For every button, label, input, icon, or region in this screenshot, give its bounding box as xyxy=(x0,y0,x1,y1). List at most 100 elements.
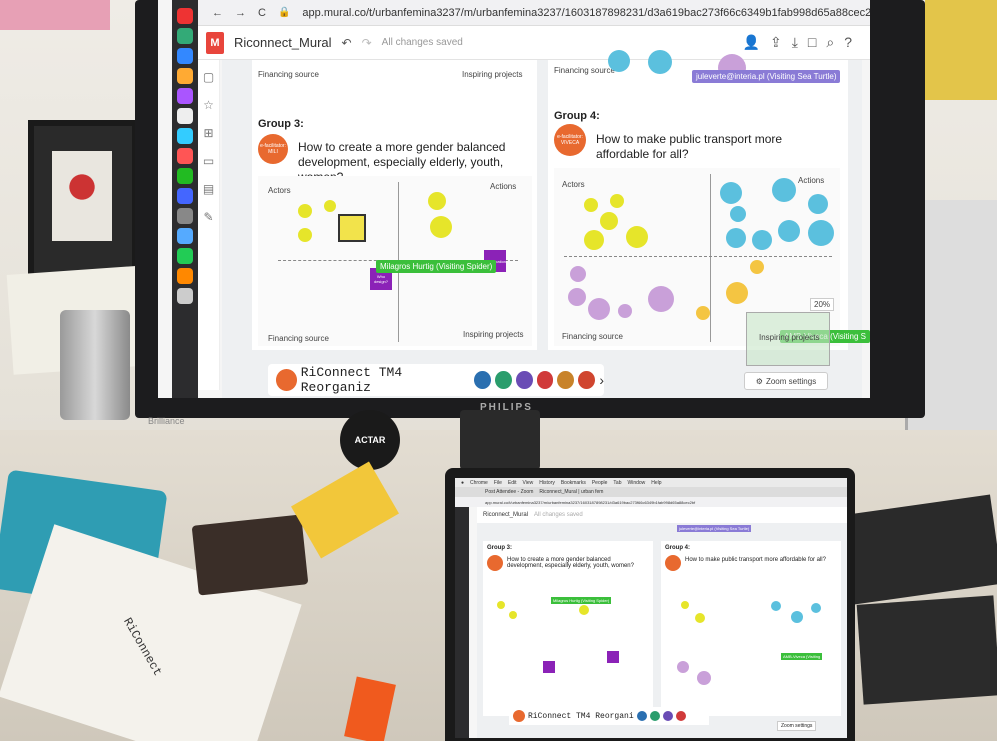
cyan-dot[interactable] xyxy=(720,182,742,204)
collaborator-avatar[interactable] xyxy=(675,711,686,721)
sticky-note-icon[interactable]: ▢ xyxy=(203,70,214,84)
yellow-dot[interactable] xyxy=(696,306,710,320)
yellow-dot[interactable] xyxy=(610,194,624,208)
group-3-facilitator[interactable]: e-facilitator: MILI xyxy=(258,134,288,164)
cyan-dot[interactable] xyxy=(772,178,796,202)
zoom-level[interactable]: 20% xyxy=(810,298,835,311)
file-icon[interactable]: ▤ xyxy=(203,182,214,196)
laptop-frames-bar[interactable]: RiConnect TM4 Reorgani xyxy=(509,707,709,725)
yellow-dot[interactable] xyxy=(600,212,618,230)
collaborator-avatar[interactable] xyxy=(494,371,512,389)
cyan-dot[interactable] xyxy=(771,601,781,611)
yellow-dot[interactable] xyxy=(695,613,705,623)
menu-item[interactable]: Edit xyxy=(508,480,517,486)
cyan-dot[interactable] xyxy=(726,228,746,248)
help-icon[interactable]: ? xyxy=(844,34,852,51)
laptop-facilitator[interactable] xyxy=(665,555,681,571)
search-icon[interactable]: ⌕ xyxy=(826,34,834,51)
app-icon[interactable] xyxy=(177,128,193,144)
mural-logo[interactable]: M xyxy=(206,31,224,54)
yellow-dot[interactable] xyxy=(430,216,452,238)
app-icon[interactable] xyxy=(177,268,193,284)
yellow-dot[interactable] xyxy=(626,226,648,248)
purple-sticky[interactable] xyxy=(607,651,619,663)
cyan-dot[interactable] xyxy=(752,230,772,250)
app-icon[interactable] xyxy=(177,28,193,44)
yellow-dot[interactable] xyxy=(584,198,598,212)
browser-urlbar[interactable]: ← → C 🔒 app.mural.co/t/urbanfemina3237/m… xyxy=(198,0,870,26)
yellow-dot[interactable] xyxy=(681,601,689,609)
collaborator-avatar[interactable] xyxy=(473,371,491,389)
app-icon[interactable] xyxy=(177,8,193,24)
yellow-dot[interactable] xyxy=(298,204,312,218)
menu-item[interactable]: File xyxy=(494,480,502,486)
outline-frames-bar[interactable]: RiConnect TM4 Reorganiz › xyxy=(268,364,604,396)
forward-icon[interactable]: → xyxy=(235,7,246,19)
menu-item[interactable]: Chrome xyxy=(470,480,488,486)
purple-dot[interactable] xyxy=(618,304,632,318)
collaborator-avatar[interactable] xyxy=(515,371,533,389)
cyan-dot[interactable] xyxy=(778,220,800,242)
app-icon[interactable] xyxy=(177,248,193,264)
menu-item[interactable]: Help xyxy=(651,480,661,486)
app-icon[interactable] xyxy=(177,208,193,224)
purple-dot[interactable] xyxy=(648,286,674,312)
menu-item[interactable]: Window xyxy=(627,480,645,486)
app-icon[interactable] xyxy=(177,148,193,164)
browser-tab[interactable]: Post Attendee - Zoom xyxy=(485,489,533,495)
app-icon[interactable] xyxy=(177,88,193,104)
laptop-facilitator[interactable] xyxy=(487,555,503,571)
laptop-url-text[interactable]: app.mural.co/t/urbanfemina3237/m/urbanfe… xyxy=(485,500,695,505)
frame-thumbnail[interactable] xyxy=(276,369,297,391)
menu-item[interactable]: People xyxy=(592,480,608,486)
purple-dot[interactable] xyxy=(568,288,586,306)
yellow-dot[interactable] xyxy=(298,228,312,242)
laptop-canvas[interactable]: juleverte@interia.pl (Visiting Sea Turtl… xyxy=(477,523,847,738)
menu-item[interactable]: Tab xyxy=(613,480,621,486)
purple-dot[interactable] xyxy=(588,298,610,320)
collaborator-avatar[interactable] xyxy=(536,371,554,389)
laptop-screen[interactable]: ● Chrome File Edit View History Bookmark… xyxy=(455,478,847,738)
collaborator-avatar[interactable] xyxy=(557,371,575,389)
yellow-dot[interactable] xyxy=(509,611,517,619)
app-icon[interactable] xyxy=(177,108,193,124)
laptop-dock[interactable] xyxy=(455,507,469,738)
frame-thumbnail[interactable] xyxy=(513,710,525,722)
app-icon[interactable] xyxy=(177,188,193,204)
app-icon[interactable] xyxy=(177,228,193,244)
user-icon[interactable]: 👤 xyxy=(743,34,760,51)
laptop-zoom-settings[interactable]: Zoom settings xyxy=(777,721,817,731)
yellow-dot[interactable] xyxy=(726,282,748,304)
app-icon[interactable] xyxy=(177,168,193,184)
browser-tab[interactable]: Riconnect_Mural | urban fem xyxy=(539,489,603,495)
laptop-urlbar[interactable]: app.mural.co/t/urbanfemina3237/m/urbanfe… xyxy=(455,497,847,507)
purple-dot[interactable] xyxy=(697,671,711,685)
laptop-mural-title[interactable]: Riconnect_Mural xyxy=(483,512,528,518)
cluster-circle[interactable] xyxy=(608,50,630,72)
collaborator-avatar[interactable] xyxy=(649,711,660,721)
yellow-dot[interactable] xyxy=(497,601,505,609)
cyan-dot[interactable] xyxy=(730,206,746,222)
download-icon[interactable]: ⤓ xyxy=(792,34,798,51)
apple-icon[interactable]: ● xyxy=(461,480,464,486)
grid-icon[interactable]: ⊞ xyxy=(203,126,213,140)
chevron-right-icon[interactable]: › xyxy=(599,372,604,388)
redo-icon[interactable]: ↷ xyxy=(362,36,372,50)
app-icon[interactable] xyxy=(177,288,193,304)
yellow-dot[interactable] xyxy=(579,605,589,615)
cyan-dot[interactable] xyxy=(811,603,821,613)
cyan-dot[interactable] xyxy=(791,611,803,623)
menu-item[interactable]: View xyxy=(523,480,534,486)
cyan-dot[interactable] xyxy=(808,220,834,246)
app-icon[interactable] xyxy=(177,48,193,64)
pen-icon[interactable]: ✎ xyxy=(203,210,213,224)
minimap[interactable]: Inspiring projects xyxy=(746,312,830,366)
yellow-dot[interactable] xyxy=(428,192,446,210)
shapes-icon[interactable]: ☆ xyxy=(203,98,214,112)
yellow-dot[interactable] xyxy=(584,230,604,250)
back-icon[interactable]: ← xyxy=(212,7,223,19)
image-icon[interactable]: ▭ xyxy=(203,154,214,168)
menu-item[interactable]: History xyxy=(539,480,555,486)
collaborator-avatar[interactable] xyxy=(578,371,596,389)
url-text[interactable]: app.mural.co/t/urbanfemina3237/m/urbanfe… xyxy=(302,7,870,19)
